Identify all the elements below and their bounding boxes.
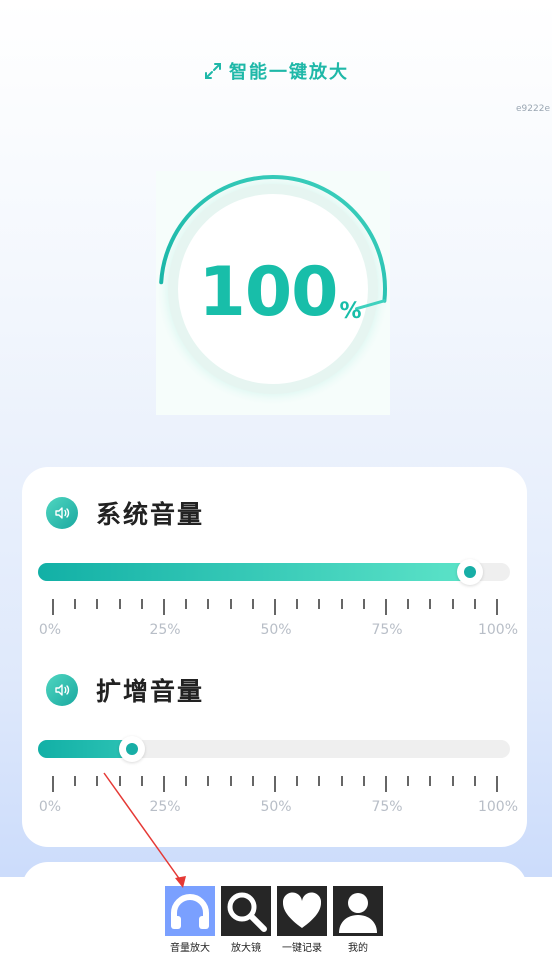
scale-tick — [251, 776, 254, 786]
system-volume-header: 系统音量 — [46, 495, 204, 531]
scale-tick — [340, 776, 343, 786]
boost-volume-ticks — [52, 776, 498, 794]
nav-item-profile[interactable]: 我的 — [333, 886, 383, 954]
system-volume-fill — [38, 563, 471, 581]
dial-value: 100 — [198, 253, 339, 332]
scale-tick-label: 0% — [38, 799, 62, 815]
scale-tick-label: 50% — [260, 799, 292, 815]
scale-tick — [185, 776, 188, 786]
scale-tick — [185, 599, 188, 609]
scale-tick — [385, 599, 387, 615]
scale-tick — [140, 776, 143, 786]
scale-tick — [496, 776, 498, 792]
scale-tick — [52, 599, 54, 615]
smart-zoom-header[interactable]: 智能一键放大 — [0, 58, 552, 84]
scale-tick — [451, 599, 454, 609]
dial-unit: % — [339, 298, 362, 324]
scale-tick — [251, 599, 254, 609]
scale-tick — [318, 599, 321, 609]
scale-tick — [451, 776, 454, 786]
scale-tick — [140, 599, 143, 609]
scale-tick — [74, 776, 77, 786]
nav-label: 一键记录 — [282, 943, 322, 954]
scale-tick-label: 75% — [371, 799, 403, 815]
scale-tick — [274, 599, 276, 615]
system-volume-thumb[interactable] — [457, 559, 484, 585]
scale-tick — [296, 776, 299, 786]
boost-volume-tick-labels: 0% 25% 50% 75% 100% — [38, 799, 518, 815]
nav-label: 我的 — [348, 943, 368, 954]
scale-tick — [229, 599, 232, 609]
scale-tick-label: 25% — [149, 799, 181, 815]
boost-volume-thumb[interactable] — [119, 736, 146, 762]
speaker-icon — [46, 497, 78, 529]
scale-tick — [318, 776, 321, 786]
boost-volume-fill — [38, 740, 133, 758]
heart-icon[interactable] — [277, 886, 327, 936]
magnifier-icon[interactable] — [221, 886, 271, 936]
scale-tick — [163, 599, 165, 615]
boost-volume-title: 扩增音量 — [96, 677, 205, 706]
scale-tick — [407, 599, 410, 609]
scale-tick — [229, 776, 232, 786]
scale-tick — [340, 599, 343, 609]
page-title: 智能一键放大 — [229, 62, 349, 83]
scale-tick — [362, 599, 365, 609]
system-volume-ticks — [52, 599, 498, 617]
scale-tick — [473, 599, 476, 609]
scale-tick — [74, 599, 77, 609]
scale-tick — [496, 599, 498, 615]
scale-tick — [96, 776, 99, 786]
system-volume-title: 系统音量 — [96, 500, 205, 529]
system-volume-slider[interactable] — [38, 559, 510, 585]
volume-card: 系统音量 0% 25% 50% 75% 100% 扩增音量 0% 25% 50% 75% 100… — [22, 467, 527, 847]
scale-tick — [52, 776, 54, 792]
scale-tick — [274, 776, 276, 792]
scale-tick — [96, 599, 99, 609]
scale-tick — [385, 776, 387, 792]
corner-id-text: e9222e — [516, 104, 550, 114]
headphones-icon[interactable] — [165, 886, 215, 936]
scale-tick-label: 0% — [38, 622, 62, 638]
scale-tick — [429, 599, 432, 609]
scale-tick — [407, 776, 410, 786]
scale-tick — [163, 776, 165, 792]
scale-tick-label: 100% — [477, 622, 519, 638]
dial-readout: 100 % — [156, 171, 390, 415]
system-volume-tick-labels: 0% 25% 50% 75% 100% — [38, 622, 518, 638]
volume-dial: 100 % — [156, 171, 390, 415]
scale-tick-label: 75% — [371, 622, 403, 638]
boost-volume-header: 扩增音量 — [46, 672, 204, 708]
scale-tick-label: 25% — [149, 622, 181, 638]
nav-item-magnifier[interactable]: 放大镜 — [221, 886, 271, 954]
nav-item-record[interactable]: 一键记录 — [277, 886, 327, 954]
scale-tick — [296, 599, 299, 609]
nav-label: 放大镜 — [231, 943, 261, 954]
person-icon[interactable] — [333, 886, 383, 936]
speaker-icon — [46, 674, 78, 706]
scale-tick — [429, 776, 432, 786]
scale-tick — [207, 599, 210, 609]
expand-icon — [205, 63, 221, 79]
scale-tick — [207, 776, 210, 786]
scale-tick — [362, 776, 365, 786]
boost-volume-slider[interactable] — [38, 736, 510, 762]
scale-tick — [473, 776, 476, 786]
scale-tick — [118, 599, 121, 609]
nav-item-volume-boost[interactable]: 音量放大 — [165, 886, 215, 954]
scale-tick — [118, 776, 121, 786]
scale-tick-label: 50% — [260, 622, 292, 638]
scale-tick-label: 100% — [477, 799, 519, 815]
bottom-nav: 音量放大 放大镜 一键记录 我的 — [0, 877, 552, 966]
nav-label: 音量放大 — [170, 943, 210, 954]
